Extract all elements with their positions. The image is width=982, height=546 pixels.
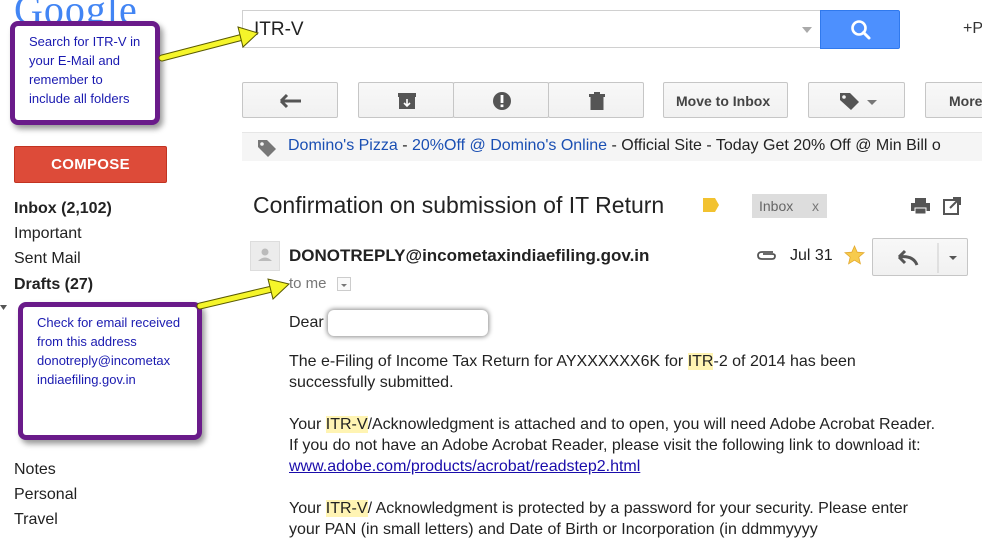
p3-text-a: Your — [289, 500, 326, 517]
search-button[interactable] — [820, 10, 900, 49]
ad-description: - Official Site - Today Get 20% Off @ Mi… — [607, 137, 941, 154]
p3-text-b: / Acknowledgment is protected by a passw… — [289, 500, 908, 538]
report-spam-button[interactable] — [453, 82, 549, 118]
search-highlight: ITR-V — [325, 500, 368, 517]
sender-avatar — [250, 241, 280, 271]
expand-triangle-icon[interactable] — [0, 304, 8, 312]
message-date: Jul 31 — [790, 247, 833, 264]
search-callout: Search for ITR-V in your E-Mail and reme… — [10, 21, 160, 125]
recipient-line: to me — [289, 275, 327, 292]
paragraph-3: Your ITR-V/ Acknowledgment is protected … — [289, 498, 939, 540]
ad-link[interactable]: 20%Off @ Domino's Online — [412, 137, 607, 154]
search-callout-text: Search for ITR-V in your E-Mail and reme… — [29, 34, 141, 106]
delete-button[interactable] — [548, 82, 644, 118]
label-icon — [840, 93, 877, 110]
ad-separator: - — [397, 137, 412, 154]
print-icon[interactable] — [910, 197, 932, 215]
sender-address[interactable]: DONOTREPLY@incometaxindiaefiling.gov.in — [289, 246, 649, 266]
archive-button[interactable] — [358, 82, 454, 118]
back-button[interactable] — [242, 82, 338, 118]
search-icon — [851, 20, 871, 40]
attachment-icon — [757, 251, 776, 260]
p1-text-a: The e-Filing of Income Tax Return for AY… — [289, 353, 688, 370]
move-to-inbox-button[interactable]: Move to Inbox — [663, 82, 788, 118]
sidebar-item-notes[interactable]: Notes — [14, 461, 56, 479]
inbox-label-chip[interactable]: Inbox x — [752, 194, 827, 218]
new-window-icon[interactable] — [943, 197, 961, 215]
google-plus-link[interactable]: +P — [963, 20, 982, 38]
sender-callout-text: Check for email received from this addre… — [37, 315, 181, 387]
search-highlight: ITR-V — [325, 416, 368, 433]
ad-sponsor[interactable]: Domino's Pizza — [288, 137, 398, 154]
p2-text-b: /Acknowledgment is attached and to open,… — [289, 416, 936, 454]
importance-marker-icon[interactable] — [703, 198, 719, 212]
reply-icon[interactable] — [873, 239, 969, 277]
back-arrow-icon — [279, 93, 301, 109]
sidebar-item-sent-mail[interactable]: Sent Mail — [14, 250, 81, 268]
compose-label: COMPOSE — [51, 156, 130, 173]
sponsored-ad[interactable]: Domino's Pizza - 20%Off @ Domino's Onlin… — [242, 132, 982, 161]
arrow-to-sender-icon — [196, 278, 291, 310]
star-icon[interactable] — [844, 245, 865, 265]
adobe-download-link[interactable]: www.adobe.com/products/acrobat/readstep2… — [289, 458, 640, 475]
labels-button[interactable] — [808, 82, 905, 118]
paragraph-2: Your ITR-V/Acknowledgment is attached an… — [289, 414, 939, 477]
trash-icon — [589, 92, 605, 110]
reply-button-group[interactable] — [872, 238, 968, 276]
show-details-button[interactable] — [337, 277, 351, 291]
more-button[interactable]: More — [925, 82, 982, 118]
tag-icon — [258, 140, 276, 157]
archive-icon — [398, 93, 416, 109]
sidebar-item-drafts[interactable]: Drafts (27) — [14, 276, 93, 294]
remove-label-icon[interactable]: x — [812, 198, 819, 214]
p2-text-a: Your — [289, 416, 326, 433]
compose-button[interactable]: COMPOSE — [14, 146, 167, 183]
greeting-text: Dear — [289, 314, 324, 332]
sidebar-item-travel[interactable]: Travel — [14, 511, 58, 529]
person-icon — [258, 248, 272, 261]
sidebar-item-important[interactable]: Important — [14, 225, 82, 243]
inbox-chip-label: Inbox — [759, 198, 794, 214]
spam-icon — [493, 92, 511, 110]
more-label: More — [949, 93, 982, 109]
ad-text: Domino's Pizza - 20%Off @ Domino's Onlin… — [288, 137, 941, 155]
search-query: ITR-V — [254, 19, 304, 40]
sender-callout: Check for email received from this addre… — [18, 302, 202, 440]
search-options-icon[interactable] — [802, 27, 812, 33]
chevron-down-icon — [341, 284, 347, 287]
paragraph-1: The e-Filing of Income Tax Return for AY… — [289, 351, 939, 393]
greeting-line: Dear — [289, 310, 939, 336]
search-input[interactable]: ITR-V — [242, 10, 820, 48]
sidebar-item-inbox[interactable]: Inbox (2,102) — [14, 200, 112, 218]
sidebar-item-personal[interactable]: Personal — [14, 486, 77, 504]
message-subject: Confirmation on submission of IT Return — [253, 192, 665, 218]
move-to-inbox-label: Move to Inbox — [676, 93, 771, 109]
redacted-name — [327, 310, 488, 336]
search-highlight: ITR — [687, 353, 714, 370]
